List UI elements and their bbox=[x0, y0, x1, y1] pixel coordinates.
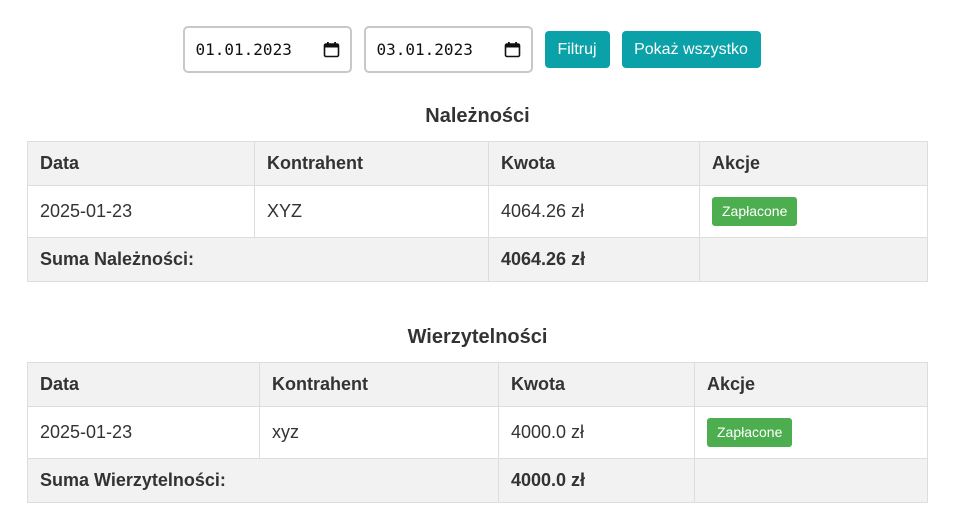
cell-amount: 4064.26 zł bbox=[488, 185, 700, 238]
table-header-row: Data Kontrahent Kwota Akcje bbox=[27, 362, 928, 407]
cell-date: 2025-01-23 bbox=[27, 406, 260, 459]
cell-actions: Zapłacone bbox=[694, 406, 928, 459]
column-header-actions: Akcje bbox=[694, 362, 928, 407]
column-header-date: Data bbox=[27, 141, 255, 186]
date-to-input[interactable]: 03.01.2023 bbox=[363, 26, 533, 73]
receivables-table: Data Kontrahent Kwota Akcje 2025-01-23 X… bbox=[27, 141, 928, 282]
date-from-value: 01.01.2023 bbox=[195, 40, 292, 59]
cell-contractor: xyz bbox=[259, 406, 499, 459]
liabilities-title: Wierzytelności bbox=[407, 326, 548, 348]
table-row: 2025-01-23 xyz 4000.0 zł Zapłacone bbox=[27, 406, 928, 459]
receivables-title: Należności bbox=[425, 105, 530, 127]
table-header-row: Data Kontrahent Kwota Akcje bbox=[27, 141, 928, 186]
paid-button[interactable]: Zapłacone bbox=[707, 418, 793, 447]
sum-empty-cell bbox=[694, 458, 928, 503]
sum-label: Suma Wierzytelności: bbox=[27, 458, 499, 503]
cell-contractor: XYZ bbox=[254, 185, 489, 238]
liabilities-table: Data Kontrahent Kwota Akcje 2025-01-23 x… bbox=[27, 362, 928, 503]
column-header-date: Data bbox=[27, 362, 260, 407]
column-header-contractor: Kontrahent bbox=[254, 141, 489, 186]
column-header-actions: Akcje bbox=[699, 141, 928, 186]
calendar-icon[interactable] bbox=[504, 41, 521, 58]
cell-actions: Zapłacone bbox=[699, 185, 928, 238]
date-from-input[interactable]: 01.01.2023 bbox=[182, 26, 352, 73]
sum-value: 4000.0 zł bbox=[498, 458, 695, 503]
cell-amount: 4000.0 zł bbox=[498, 406, 695, 459]
cell-date: 2025-01-23 bbox=[27, 185, 255, 238]
sum-value: 4064.26 zł bbox=[488, 237, 700, 282]
filter-bar: 01.01.2023 03.01.2023 Filtruj Pokaż wszy… bbox=[0, 26, 955, 73]
column-header-amount: Kwota bbox=[488, 141, 700, 186]
date-to-value: 03.01.2023 bbox=[376, 40, 473, 59]
sum-row: Suma Należności: 4064.26 zł bbox=[27, 237, 928, 282]
column-header-contractor: Kontrahent bbox=[259, 362, 499, 407]
sum-row: Suma Wierzytelności: 4000.0 zł bbox=[27, 458, 928, 503]
table-row: 2025-01-23 XYZ 4064.26 zł Zapłacone bbox=[27, 185, 928, 238]
filter-button[interactable]: Filtruj bbox=[544, 31, 610, 68]
column-header-amount: Kwota bbox=[498, 362, 695, 407]
paid-button[interactable]: Zapłacone bbox=[712, 197, 798, 226]
sum-empty-cell bbox=[699, 237, 928, 282]
calendar-icon[interactable] bbox=[323, 41, 340, 58]
show-all-button[interactable]: Pokaż wszystko bbox=[621, 31, 761, 68]
sum-label: Suma Należności: bbox=[27, 237, 489, 282]
